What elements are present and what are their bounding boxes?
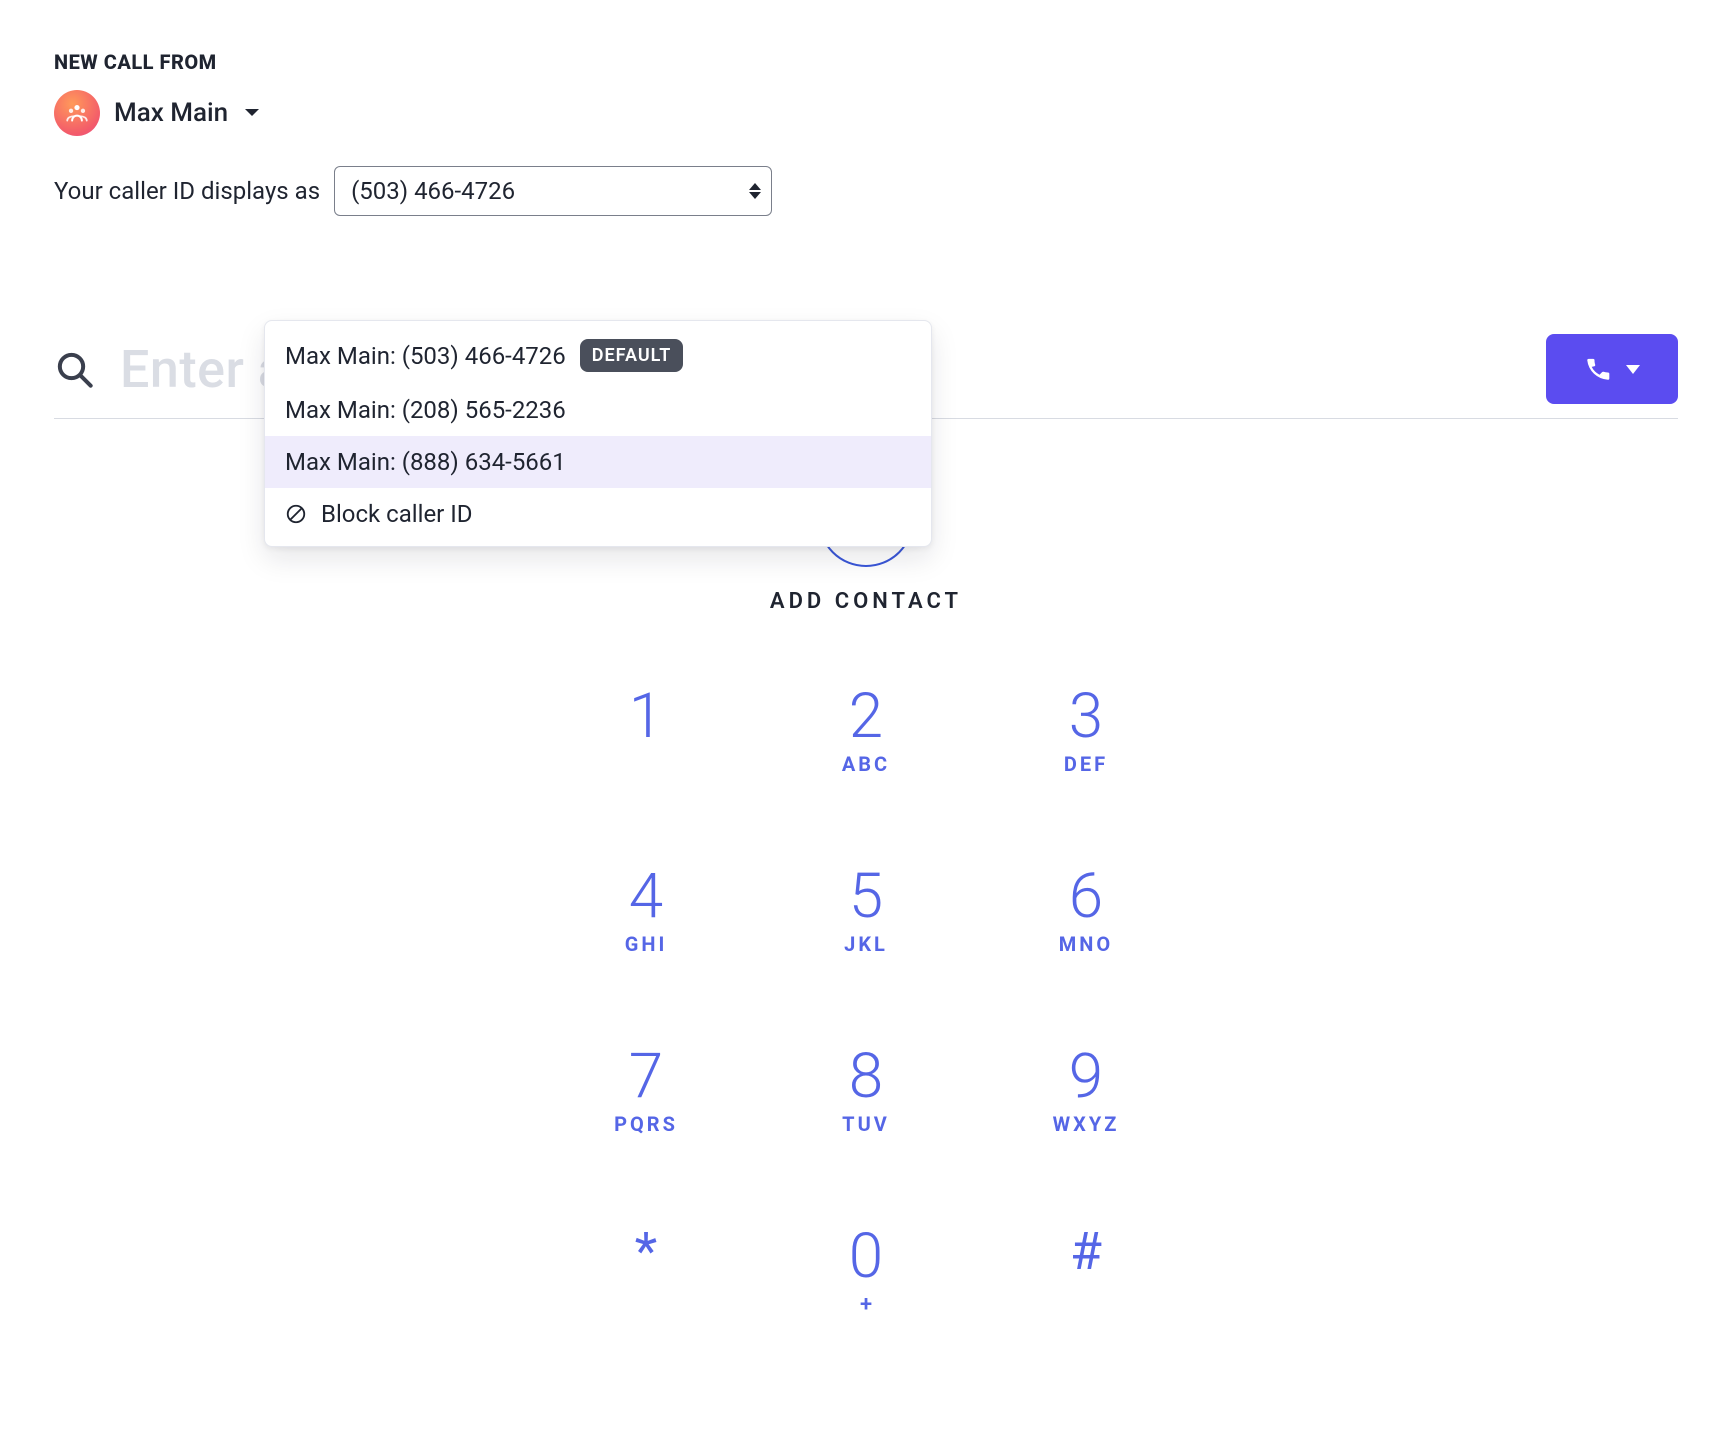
dialpad-key-digit: *: [635, 1226, 657, 1278]
add-contact-label: ADD CONTACT: [770, 589, 962, 614]
dialpad-key-digit: 2: [849, 686, 883, 748]
dialpad-key-digit: 5: [849, 866, 883, 928]
dialpad-key-8[interactable]: 8 TUV: [791, 1046, 941, 1206]
dialpad-key-6[interactable]: 6 MNO: [1011, 866, 1161, 1026]
caller-id-option-label: Max Main: (888) 634-5661: [285, 448, 566, 476]
dialpad-key-digit: 4: [629, 866, 663, 928]
dialpad-key-letters: MNO: [1059, 932, 1113, 956]
select-stepper-icon: [749, 183, 761, 199]
dialpad-key-7[interactable]: 7 PQRS: [571, 1046, 721, 1206]
dialpad-key-*[interactable]: *: [571, 1226, 721, 1386]
block-icon: [285, 503, 307, 525]
dialpad-key-digit: 6: [1069, 866, 1103, 928]
dialpad-key-letters: DEF: [1064, 752, 1108, 776]
caller-avatar: [54, 90, 100, 136]
block-caller-id-option[interactable]: Block caller ID: [265, 488, 931, 540]
dialpad-key-digit: 7: [629, 1046, 663, 1108]
caller-id-option[interactable]: Max Main: (208) 565-2236: [265, 384, 931, 436]
caller-id-dropdown: Max Main: (503) 466-4726DEFAULTMax Main:…: [264, 320, 932, 547]
caller-id-option-label: Max Main: (208) 565-2236: [285, 396, 566, 424]
default-badge: DEFAULT: [580, 339, 684, 372]
caller-selector[interactable]: Max Main: [54, 90, 1678, 136]
dialpad-key-letters: WXYZ: [1053, 1112, 1120, 1136]
dialpad-key-letters: GHI: [625, 932, 668, 956]
caller-id-label: Your caller ID displays as: [54, 177, 320, 205]
caller-id-option[interactable]: Max Main: (888) 634-5661: [265, 436, 931, 488]
dialpad-key-9[interactable]: 9 WXYZ: [1011, 1046, 1161, 1206]
dialpad-key-2[interactable]: 2 ABC: [791, 686, 941, 846]
caller-name: Max Main: [114, 98, 228, 128]
dialpad-key-0[interactable]: 0+: [791, 1226, 941, 1386]
dialpad-key-1[interactable]: 1: [571, 686, 721, 846]
dialpad-key-letters: TUV: [842, 1112, 890, 1136]
dialpad-key-digit: 1: [629, 686, 663, 748]
dialpad: 12ABC3DEF4GHI5JKL6MNO7PQRS8TUV9WXYZ*0+#: [54, 686, 1678, 1386]
block-caller-id-label: Block caller ID: [321, 500, 473, 528]
caller-id-select[interactable]: (503) 466-4726: [334, 166, 772, 216]
dialpad-key-4[interactable]: 4 GHI: [571, 866, 721, 1026]
caller-id-selected-value: (503) 466-4726: [351, 177, 515, 205]
call-button[interactable]: [1546, 334, 1678, 404]
dialpad-key-letters: +: [860, 1292, 872, 1317]
dialpad-key-digit: 8: [849, 1046, 883, 1108]
dialpad-key-digit: 9: [1069, 1046, 1103, 1108]
dialpad-key-letters: PQRS: [614, 1112, 678, 1136]
caller-id-option-label: Max Main: (503) 466-4726: [285, 342, 566, 370]
dialpad-key-letters: JKL: [844, 932, 888, 956]
dialpad-key-digit: #: [1070, 1226, 1102, 1278]
phone-icon: [1584, 355, 1612, 383]
dialpad-key-digit: 3: [1069, 686, 1103, 748]
caller-id-option[interactable]: Max Main: (503) 466-4726 DEFAULT: [265, 327, 931, 384]
dialpad-key-digit: 0: [849, 1226, 883, 1288]
caret-down-icon: [1626, 365, 1640, 374]
dialpad-key-letters: ABC: [842, 752, 890, 776]
new-call-from-label: NEW CALL FROM: [54, 50, 1678, 74]
dialpad-key-#[interactable]: #: [1011, 1226, 1161, 1386]
caret-down-icon: [244, 108, 260, 118]
dialpad-key-3[interactable]: 3 DEF: [1011, 686, 1161, 846]
search-icon: [54, 349, 94, 389]
dialpad-key-5[interactable]: 5 JKL: [791, 866, 941, 1026]
